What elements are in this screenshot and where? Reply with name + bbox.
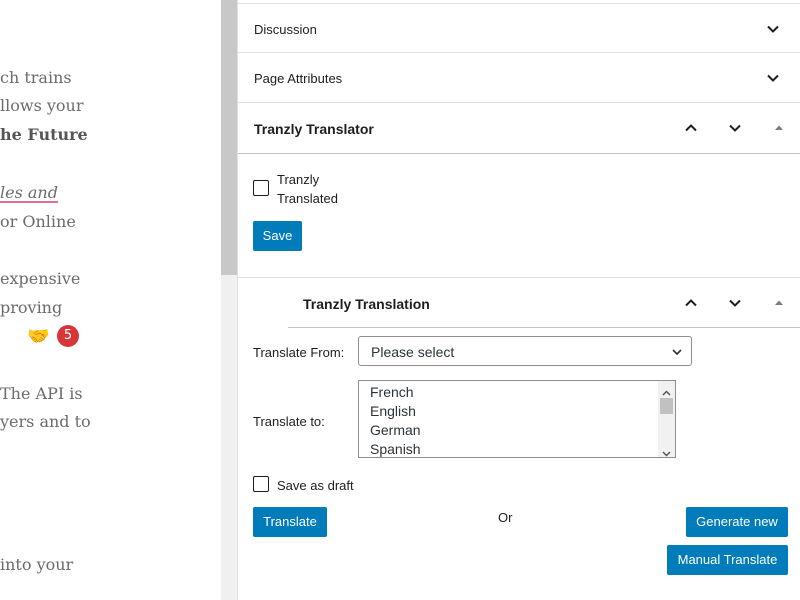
save-as-draft-label: Save as draft bbox=[277, 478, 354, 493]
editor-bold-text: he Future bbox=[0, 125, 88, 144]
scroll-up-arrow-icon[interactable] bbox=[662, 385, 671, 396]
language-option[interactable]: German bbox=[370, 422, 421, 438]
editor-text-line: or Online bbox=[0, 212, 76, 231]
handshake-emoji-icon: 🤝 bbox=[27, 326, 50, 347]
translate-to-listbox[interactable]: French English German Spanish bbox=[358, 380, 676, 458]
move-down-chevron-icon[interactable] bbox=[728, 121, 742, 135]
editor-text-line: he Future bbox=[0, 125, 88, 144]
tranzly-translation-header: Tranzly Translation bbox=[288, 278, 800, 328]
translate-from-select[interactable]: Please select bbox=[358, 336, 692, 366]
translate-button[interactable]: Translate bbox=[253, 507, 327, 537]
tranzly-translation-title: Tranzly Translation bbox=[303, 296, 430, 312]
editor-text-line: into your bbox=[0, 555, 73, 574]
tranzly-translated-checkbox[interactable] bbox=[253, 180, 269, 196]
editor-text-line: expensive bbox=[0, 269, 80, 288]
tranzly-translated-label-2: Translated bbox=[277, 191, 338, 206]
page-attributes-label: Page Attributes bbox=[254, 71, 343, 86]
listbox-scrollbar-thumb[interactable] bbox=[660, 398, 673, 414]
editor-scrollbar-thumb[interactable] bbox=[221, 0, 237, 275]
editor-text-line: yers and to bbox=[0, 412, 91, 431]
save-button[interactable]: Save bbox=[253, 221, 302, 251]
move-up-chevron-icon[interactable] bbox=[684, 121, 698, 135]
language-option[interactable]: French bbox=[370, 384, 414, 400]
save-as-draft-checkbox[interactable] bbox=[253, 476, 269, 492]
collapse-triangle-icon[interactable] bbox=[774, 123, 784, 133]
tranzly-translator-header: Tranzly Translator bbox=[238, 103, 800, 154]
discussion-panel-toggle[interactable]: Discussion bbox=[238, 3, 800, 53]
language-option[interactable]: English bbox=[370, 403, 416, 419]
collapse-triangle-icon[interactable] bbox=[774, 298, 784, 308]
tranzly-translator-title: Tranzly Translator bbox=[254, 121, 374, 137]
discussion-label: Discussion bbox=[254, 22, 317, 37]
move-up-chevron-icon[interactable] bbox=[684, 296, 698, 310]
editor-text-line: llows your bbox=[0, 96, 83, 115]
chevron-down-icon bbox=[766, 22, 780, 36]
editor-text: The API is bbox=[0, 384, 83, 403]
editor-text-line: ch trains bbox=[0, 68, 72, 87]
manual-translate-button[interactable]: Manual Translate bbox=[667, 545, 788, 575]
page-attributes-panel-toggle[interactable]: Page Attributes bbox=[238, 53, 800, 103]
editor-text-line: The API is bbox=[0, 384, 83, 403]
notification-badge: 5 bbox=[57, 325, 79, 347]
generate-new-button[interactable]: Generate new bbox=[686, 507, 788, 537]
editor-text: into your bbox=[0, 555, 74, 574]
translate-from-label: Translate From: bbox=[253, 345, 345, 360]
or-separator: Or bbox=[498, 510, 513, 525]
translate-to-label: Translate to: bbox=[253, 414, 325, 429]
move-down-chevron-icon[interactable] bbox=[728, 296, 742, 310]
settings-sidebar: Discussion Page Attributes Tranzly Trans… bbox=[237, 0, 800, 600]
editor-text-line: les and bbox=[0, 183, 58, 202]
language-option[interactable]: Spanish bbox=[370, 441, 421, 457]
editor-italic-text: les and bbox=[0, 183, 58, 202]
editor-text: llows your bbox=[0, 96, 84, 115]
chevron-down-icon bbox=[671, 345, 683, 361]
editor-text: or Online bbox=[0, 212, 76, 231]
editor-text-line: proving bbox=[0, 298, 62, 317]
scroll-down-arrow-icon[interactable] bbox=[662, 445, 671, 457]
editor-text: proving bbox=[0, 298, 63, 317]
editor-text: expensive bbox=[0, 269, 81, 288]
editor-canvas[interactable]: ch trains llows your he Future les and o… bbox=[0, 0, 221, 600]
editor-text: yers and to bbox=[0, 412, 91, 431]
tranzly-translated-label-1: Tranzly bbox=[277, 172, 320, 187]
chevron-down-icon bbox=[766, 71, 780, 85]
translate-from-value: Please select bbox=[371, 344, 455, 360]
editor-text: ch trains bbox=[0, 68, 72, 87]
